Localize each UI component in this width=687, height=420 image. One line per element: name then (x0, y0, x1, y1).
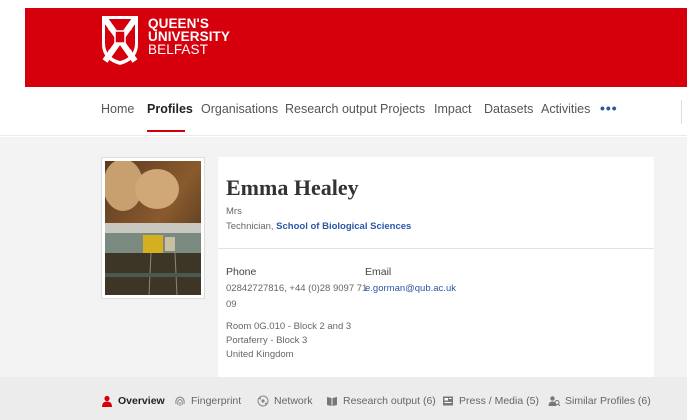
logo-line: BELFAST (148, 42, 208, 57)
tab-label: Network (274, 395, 313, 407)
nav-divider (681, 100, 682, 124)
tab-similar-profiles[interactable]: Similar Profiles (6) (548, 395, 651, 407)
address-line: Portaferry - Block 3 (226, 335, 308, 346)
phone-value-line1: 02842727816, +44 (0)28 9097 71 (226, 283, 368, 294)
profile-tabs: Overview Fingerprint Network Research ou… (0, 377, 687, 420)
profile-divider (218, 248, 654, 249)
tab-label: Overview (118, 395, 165, 407)
nav-impact[interactable]: Impact (434, 102, 472, 116)
similar-people-icon (548, 396, 560, 407)
network-icon (257, 395, 269, 407)
tab-label: Press / Media (5) (459, 395, 539, 407)
nav-projects[interactable]: Projects (380, 102, 425, 116)
tab-network[interactable]: Network (257, 395, 313, 407)
profile-honorific: Mrs (226, 206, 242, 217)
newspaper-icon (443, 396, 453, 406)
nav-more-button[interactable]: ••• (600, 100, 618, 116)
tab-overview[interactable]: Overview (101, 395, 165, 407)
profile-photo (101, 157, 205, 299)
fingerprint-icon (175, 396, 185, 406)
email-label: Email (365, 266, 392, 278)
tab-label: Similar Profiles (6) (565, 395, 651, 407)
book-icon (327, 397, 337, 406)
nav-datasets[interactable]: Datasets (484, 102, 533, 116)
phone-value-line2: 09 (226, 299, 237, 310)
address-line: Room 0G.010 - Block 2 and 3 (226, 321, 352, 332)
tab-fingerprint[interactable]: Fingerprint (174, 395, 241, 407)
logo-wordmark: QUEEN'S UNIVERSITY BELFAST (148, 17, 230, 57)
profile-name: Emma Healey (226, 175, 359, 200)
nav-home[interactable]: Home (101, 102, 134, 116)
profile-role-prefix: Technician, (226, 221, 277, 232)
tab-research-output[interactable]: Research output (6) (326, 395, 436, 407)
nav-organisations[interactable]: Organisations (201, 102, 278, 116)
person-icon (102, 395, 112, 407)
address-line: United Kingdom (226, 349, 294, 360)
profile-role: Technician, School of Biological Science… (226, 221, 411, 232)
tab-label: Research output (6) (343, 395, 436, 407)
phone-label: Phone (226, 266, 257, 278)
nav-activities[interactable]: Activities (541, 102, 590, 116)
profile-photo-image (103, 159, 201, 296)
tab-press-media[interactable]: Press / Media (5) (442, 395, 539, 407)
main-nav: Home Profiles Organisations Research out… (0, 92, 687, 136)
nav-research-output[interactable]: Research output (285, 102, 377, 116)
university-logo[interactable]: QUEEN'S UNIVERSITY BELFAST (100, 14, 230, 70)
active-nav-indicator (147, 130, 185, 132)
email-link[interactable]: e.gorman@qub.ac.uk (365, 283, 456, 294)
tab-label: Fingerprint (191, 395, 242, 407)
university-crest-icon (102, 16, 138, 65)
nav-profiles[interactable]: Profiles (147, 102, 193, 116)
department-link[interactable]: School of Biological Sciences (276, 221, 411, 232)
